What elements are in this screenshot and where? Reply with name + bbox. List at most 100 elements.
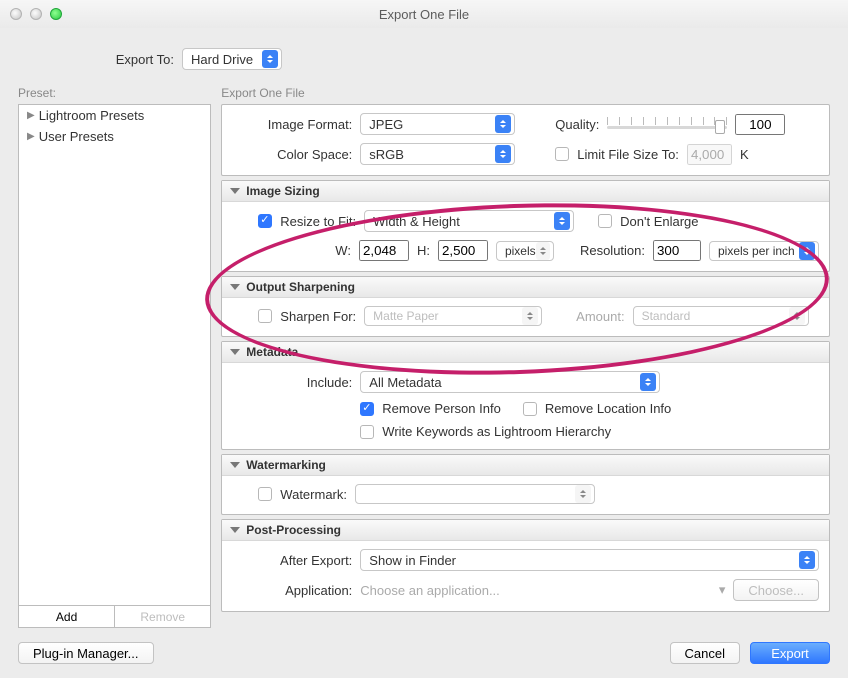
- window-minimize-icon: [30, 8, 42, 20]
- wh-unit-value: pixels: [505, 244, 536, 258]
- after-export-label: After Export:: [232, 553, 352, 568]
- resize-to-fit-value: Width & Height: [373, 214, 554, 229]
- sharpen-for-value: Matte Paper: [373, 309, 522, 323]
- caret-down-icon: [230, 349, 240, 355]
- cancel-button[interactable]: Cancel: [670, 642, 740, 664]
- preset-item-label: User Presets: [39, 129, 114, 144]
- section-title: Watermarking: [246, 458, 326, 472]
- image-sizing-header[interactable]: Image Sizing: [222, 181, 829, 202]
- remove-location-label: Remove Location Info: [545, 401, 671, 416]
- watermark-select: [355, 484, 595, 504]
- updown-icon: [262, 50, 278, 68]
- resolution-unit-value: pixels per inch: [718, 244, 799, 258]
- quality-slider[interactable]: [607, 115, 727, 133]
- updown-icon: [522, 307, 538, 325]
- quality-label: Quality:: [555, 117, 599, 132]
- caret-down-icon: [230, 462, 240, 468]
- height-label: H:: [417, 243, 430, 258]
- caret-down-icon: [230, 527, 240, 533]
- limit-file-size-unit: K: [740, 147, 749, 162]
- amount-label: Amount:: [576, 309, 624, 324]
- sharpen-for-label: Sharpen For:: [280, 309, 356, 324]
- image-format-value: JPEG: [369, 117, 495, 132]
- color-space-label: Color Space:: [232, 147, 352, 162]
- updown-icon: [495, 145, 511, 163]
- sharpen-for-select: Matte Paper: [364, 306, 542, 326]
- main-heading: Export One File: [221, 86, 830, 100]
- plugin-manager-button[interactable]: Plug-in Manager...: [18, 642, 154, 664]
- caret-down-icon: [230, 284, 240, 290]
- watermarking-header[interactable]: Watermarking: [222, 455, 829, 476]
- resolution-unit-select[interactable]: pixels per inch: [709, 241, 819, 261]
- export-to-select[interactable]: Hard Drive: [182, 48, 282, 70]
- disclosure-triangle-icon: ▶: [27, 110, 35, 121]
- amount-value: Standard: [642, 309, 789, 323]
- remove-person-label: Remove Person Info: [382, 401, 501, 416]
- output-sharpening-header[interactable]: Output Sharpening: [222, 277, 829, 298]
- export-to-label: Export To:: [110, 52, 174, 67]
- include-value: All Metadata: [369, 375, 640, 390]
- sharpen-for-checkbox[interactable]: [258, 309, 272, 323]
- after-export-select[interactable]: Show in Finder: [360, 549, 819, 571]
- resolution-input[interactable]: [653, 240, 701, 261]
- section-title: Output Sharpening: [246, 280, 355, 294]
- resize-to-fit-select[interactable]: Width & Height: [364, 210, 574, 232]
- remove-person-checkbox[interactable]: [360, 402, 374, 416]
- color-space-select[interactable]: sRGB: [360, 143, 515, 165]
- remove-preset-button: Remove: [114, 606, 210, 627]
- resize-to-fit-label: Resize to Fit:: [280, 214, 356, 229]
- section-title: Metadata: [246, 345, 298, 359]
- export-to-value: Hard Drive: [191, 52, 262, 67]
- resolution-label: Resolution:: [580, 243, 645, 258]
- resize-to-fit-checkbox[interactable]: [258, 214, 272, 228]
- updown-icon: [799, 551, 815, 569]
- disclosure-triangle-icon: ▶: [27, 131, 35, 142]
- preset-item-label: Lightroom Presets: [39, 108, 145, 123]
- post-processing-header[interactable]: Post-Processing: [222, 520, 829, 541]
- remove-location-checkbox[interactable]: [523, 402, 537, 416]
- amount-select: Standard: [633, 306, 809, 326]
- choose-application-button: Choose...: [733, 579, 819, 601]
- section-title: Post-Processing: [246, 523, 341, 537]
- write-keywords-checkbox[interactable]: [360, 425, 374, 439]
- updown-icon: [789, 307, 805, 325]
- limit-file-size-input: [687, 144, 732, 165]
- quality-input[interactable]: [735, 114, 785, 135]
- section-title: Image Sizing: [246, 184, 319, 198]
- caret-down-icon: [230, 188, 240, 194]
- preset-group[interactable]: ▶ Lightroom Presets: [19, 105, 210, 126]
- updown-icon: [554, 212, 570, 230]
- preset-listbox[interactable]: ▶ Lightroom Presets ▶ User Presets: [18, 104, 211, 606]
- updown-icon: [575, 485, 591, 503]
- window-zoom-icon[interactable]: [50, 8, 62, 20]
- updown-icon: [799, 242, 815, 260]
- write-keywords-label: Write Keywords as Lightroom Hierarchy: [382, 424, 611, 439]
- image-format-select[interactable]: JPEG: [360, 113, 515, 135]
- dont-enlarge-checkbox[interactable]: [598, 214, 612, 228]
- watermark-label: Watermark:: [280, 487, 347, 502]
- dont-enlarge-label: Don't Enlarge: [620, 214, 698, 229]
- watermark-checkbox[interactable]: [258, 487, 272, 501]
- wh-unit-select[interactable]: pixels: [496, 241, 554, 261]
- add-preset-button[interactable]: Add: [19, 606, 114, 627]
- preset-group[interactable]: ▶ User Presets: [19, 126, 210, 147]
- application-label: Application:: [232, 583, 352, 598]
- color-space-value: sRGB: [369, 147, 495, 162]
- after-export-value: Show in Finder: [369, 553, 799, 568]
- include-select[interactable]: All Metadata: [360, 371, 660, 393]
- title-bar: Export One File: [0, 0, 848, 28]
- window-close-icon[interactable]: [10, 8, 22, 20]
- dropdown-arrow-icon: ▾: [719, 582, 726, 598]
- image-format-label: Image Format:: [232, 117, 352, 132]
- height-input[interactable]: [438, 240, 488, 261]
- width-input[interactable]: [359, 240, 409, 261]
- updown-icon: [536, 242, 550, 260]
- limit-file-size-label: Limit File Size To:: [577, 147, 679, 162]
- metadata-header[interactable]: Metadata: [222, 342, 829, 363]
- limit-file-size-checkbox[interactable]: [555, 147, 569, 161]
- preset-heading: Preset:: [18, 86, 211, 100]
- export-button[interactable]: Export: [750, 642, 830, 664]
- updown-icon: [495, 115, 511, 133]
- window-title: Export One File: [379, 7, 469, 22]
- updown-icon: [640, 373, 656, 391]
